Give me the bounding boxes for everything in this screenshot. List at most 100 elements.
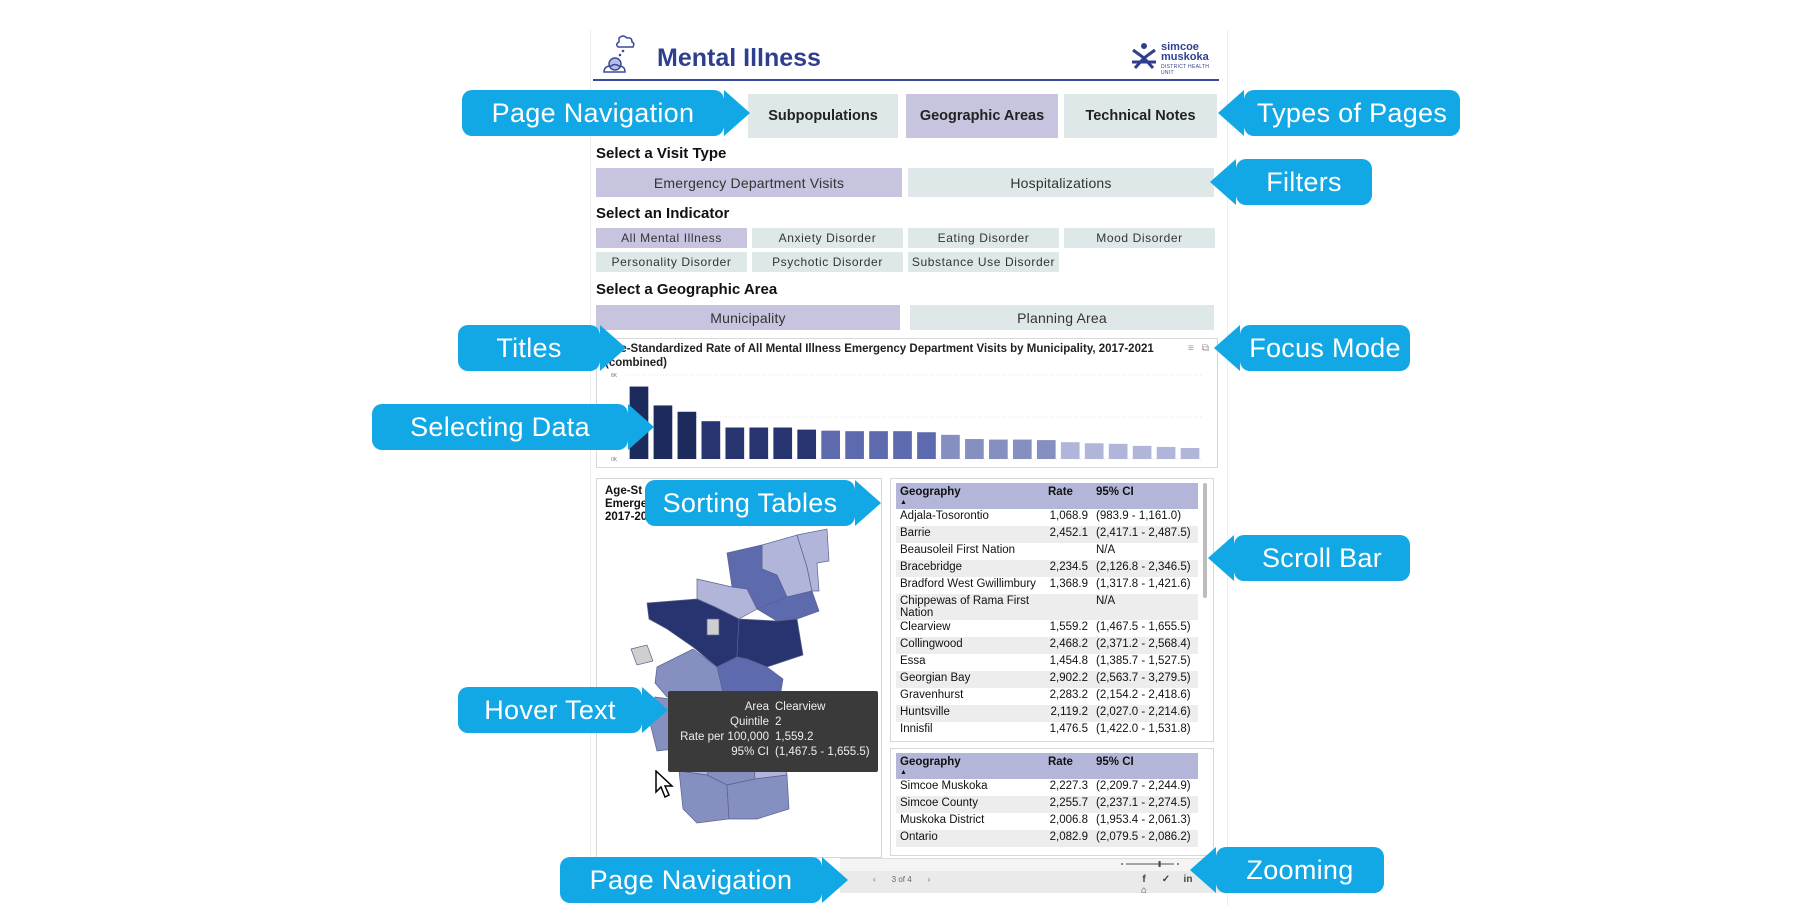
bar-9[interactable] [821,430,840,459]
indicator-substance-use-disorder[interactable]: Substance Use Disorder [908,252,1059,272]
visit-type-hospitalizations-button[interactable]: Hospitalizations [908,168,1214,197]
table-scrollbar[interactable] [1203,483,1207,598]
column-header-rate[interactable]: Rate [1044,753,1092,779]
tab-subpopulations[interactable]: Subpopulations [748,94,898,138]
table-row[interactable]: Barrie 2,452.1 (2,417.1 - 2,487.5) [896,526,1198,543]
bar-chart-title: Age-Standardized Rate of All Mental Illn… [605,343,1154,369]
bar-2[interactable] [653,405,673,459]
cell-rate: 2,006.8 [1049,814,1088,826]
page-navigator: ‹ 3 of 4 › [865,875,938,884]
cell-geo: Clearview [900,621,951,633]
zoom-slider[interactable] [1120,861,1180,867]
bar-13[interactable] [917,432,936,459]
sort-ascending-icon[interactable]: ▲ [900,499,1040,506]
column-header-geography[interactable]: Geography ▲ [896,753,1044,779]
bar-19[interactable] [1060,442,1080,459]
cell-rate: 1,559.2 [1049,621,1088,633]
bar-14[interactable] [941,434,960,459]
cell-rate: 2,255.7 [1044,796,1092,813]
brand-name: simcoe muskoka [1161,41,1209,63]
sort-ascending-icon[interactable]: ▲ [900,769,1040,776]
cell-geo: Barrie [896,526,1044,543]
column-header-rate[interactable]: Rate [1044,483,1092,509]
visit-type-emergency-button[interactable]: Emergency Department Visits [596,168,902,197]
choropleth-map[interactable] [597,479,881,857]
table-row[interactable]: Collingwood 2,468.2 (2,371.2 - 2,568.4) [896,637,1198,654]
focus-mode-icon[interactable]: ⧉ [1202,343,1209,354]
table-row[interactable]: Clearview 1,559.2 (1,467.5 - 1,655.5) [896,620,1198,637]
summary-table-panel: Geography ▲ Rate 95% CI Simcoe Muskoka 2,2… [890,748,1214,856]
bar-15[interactable] [965,439,984,459]
geo-planning-area-button[interactable]: Planning Area [910,305,1214,330]
column-header-ci[interactable]: 95% CI [1092,753,1198,779]
table-row[interactable]: Simcoe Muskoka 2,227.3 (2,209.7 - 2,244.9) [896,779,1198,796]
table-row[interactable]: Adjala-Tosorontio 1,068.9 (983.9 - 1,161.0… [896,509,1198,526]
table-row[interactable]: Bradford West Gwillimbury 1,368.9 (1,317.8… [896,577,1198,594]
bar-3[interactable] [677,411,697,459]
column-header-ci[interactable]: 95% CI [1092,483,1198,509]
cell-rate [1044,543,1092,560]
map-panel: Age-St Emerge 2017-20 [596,478,882,858]
brand-subtitle: DISTRICT HEALTH UNIT [1161,64,1210,76]
bar-23[interactable] [1156,446,1176,459]
bar-10[interactable] [845,431,864,459]
geo-municipality-button[interactable]: Municipality [596,305,900,330]
indicator-all-mental-illness[interactable]: All Mental Illness [596,228,747,248]
table-row[interactable]: Georgian Bay 2,902.2 (2,563.7 - 3,279.5) [896,671,1198,688]
bar-7[interactable] [773,427,793,460]
bar-24[interactable] [1180,447,1200,459]
bar-chart: 0K4K8K [611,373,1202,463]
table-row[interactable]: Chippewas of Rama First Nation N/A [896,594,1198,620]
bar-4[interactable] [701,421,721,459]
bar-16[interactable] [989,439,1008,459]
brand-logo: simcoe muskoka DISTRICT HEALTH UNIT [1129,40,1213,76]
facebook-icon[interactable]: f [1138,874,1150,885]
map-region-no-data [706,618,720,636]
tab-technical-notes[interactable]: Technical Notes [1064,94,1217,138]
bar-6[interactable] [749,427,769,460]
previous-page-button[interactable]: ‹ [873,875,876,884]
bar-17[interactable] [1012,439,1032,459]
table-row[interactable]: Beausoleil First Nation N/A [896,543,1198,560]
table-row[interactable]: Gravenhurst 2,283.2 (2,154.2 - 2,418.6) [896,688,1198,705]
tooltip-key: 95% CI [731,746,769,758]
cell-rate: 2,452.1 [1044,526,1092,543]
bar-11[interactable] [869,431,888,459]
table-row[interactable]: Innisfil 1,476.5 (1,422.0 - 1,531.8) [896,722,1198,739]
callout-scroll-bar: Scroll Bar [1208,535,1410,581]
table-row[interactable]: Muskoka District 2,006.8 (1,953.4 - 2,061.… [896,813,1198,830]
bar-chart-panel: Age-Standardized Rate of All Mental Illn… [596,338,1218,468]
next-page-button[interactable]: › [928,875,931,884]
table-row[interactable]: Simcoe County 2,255.7 (2,237.1 - 2,274.5) [896,796,1198,813]
filter-icon[interactable]: ≡ [1188,343,1194,354]
bar-5[interactable] [725,427,745,460]
cell-rate: 2,283.2 [1049,689,1088,701]
indicator-anxiety-disorder[interactable]: Anxiety Disorder [752,228,903,248]
twitter-icon[interactable]: ✓ [1160,874,1172,885]
bar-18[interactable] [1036,440,1056,459]
callout-focus-mode: Focus Mode [1214,325,1410,371]
indicator-personality-disorder[interactable]: Personality Disorder [596,252,747,272]
bar-20[interactable] [1084,443,1104,459]
bar-8[interactable] [797,429,817,459]
bar-22[interactable] [1132,445,1152,459]
page-title: Mental Illness [657,44,821,72]
indicator-eating-disorder[interactable]: Eating Disorder [908,228,1059,248]
table-row[interactable]: Bracebridge 2,234.5 (2,126.8 - 2,346.5) [896,560,1198,577]
share-icon[interactable]: ⌂ [1138,885,1150,896]
bar-12[interactable] [893,431,912,459]
tooltip-value: 2 [775,716,782,728]
indicator-psychotic-disorder[interactable]: Psychotic Disorder [752,252,903,272]
cell-geo: Bradford West Gwillimbury [900,578,1036,590]
hover-tooltip: Area Clearview Quintile 2 Rate per 100,000… [668,691,878,772]
table-row[interactable]: Ontario 2,082.9 (2,079.5 - 2,086.2) [896,830,1198,847]
tooltip-value: 1,559.2 [775,731,814,743]
bar-21[interactable] [1108,443,1128,459]
table-row[interactable]: Huntsville 2,119.2 (2,027.0 - 2,214.6) [896,705,1198,722]
cell-ci: (1,467.5 - 1,655.5) [1096,621,1191,633]
table-row[interactable]: Essa 1,454.8 (1,385.7 - 1,527.5) [896,654,1198,671]
tab-geographic-areas[interactable]: Geographic Areas [906,94,1058,138]
indicator-mood-disorder[interactable]: Mood Disorder [1064,228,1215,248]
column-header-geography[interactable]: Geography ▲ [896,483,1044,509]
cell-rate: 2,082.9 [1044,830,1092,847]
